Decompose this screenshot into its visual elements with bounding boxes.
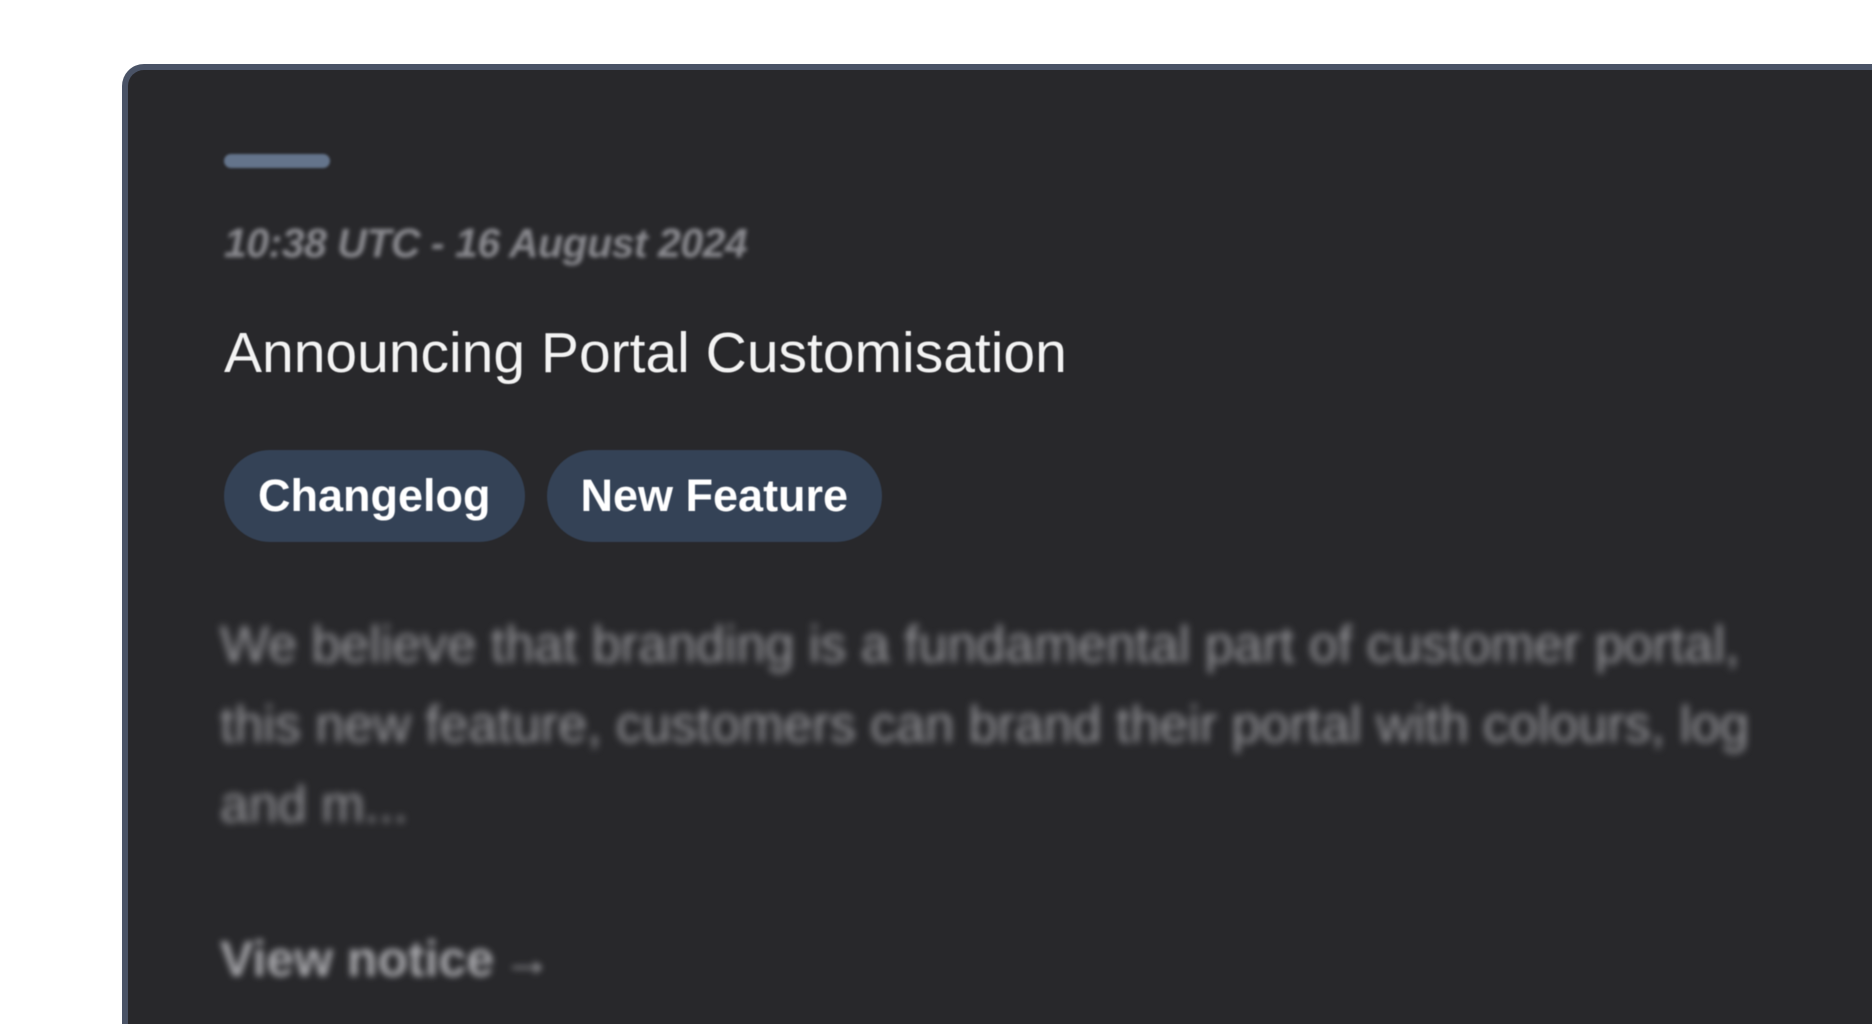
view-notice-link[interactable]: View notice → [220,930,552,988]
notice-timestamp: 10:38 UTC - 16 August 2024 [224,220,748,266]
excerpt-line: this new feature, customers can brand th… [220,696,1749,754]
accent-bar [224,154,330,168]
arrow-right-icon: → [502,931,553,987]
tag-changelog[interactable]: Changelog [224,450,525,542]
view-notice-label: View notice [220,931,495,987]
tag-list: Changelog New Feature [224,450,883,542]
excerpt-line: We believe that branding is a fundamenta… [220,616,1740,674]
excerpt-line: and m... [220,776,408,834]
notice-card: 10:38 UTC - 16 August 2024 Announcing Po… [122,64,1872,1024]
notice-excerpt: We believe that branding is a fundamenta… [220,605,1872,845]
notice-title: Announcing Portal Customisation [224,321,1067,385]
tag-new-feature[interactable]: New Feature [546,450,883,542]
